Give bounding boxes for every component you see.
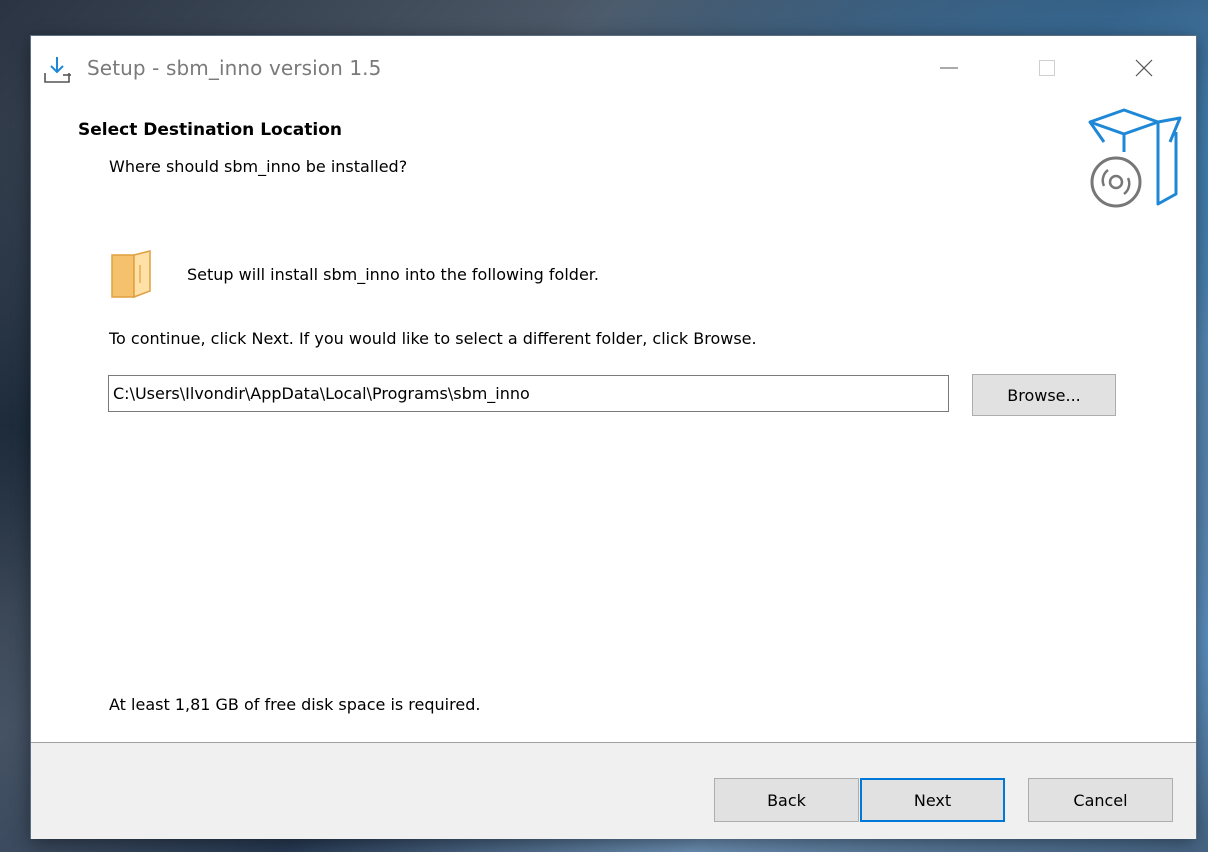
- page-title: Select Destination Location: [78, 120, 342, 140]
- install-info-text: Setup will install sbm_inno into the fol…: [187, 265, 599, 284]
- title-bar[interactable]: Setup - sbm_inno version 1.5: [31, 36, 1196, 100]
- button-bar: Back Next Cancel: [31, 742, 1196, 839]
- destination-path-input[interactable]: [108, 375, 949, 412]
- minimize-button[interactable]: [916, 36, 982, 100]
- software-box-disc-icon: [1084, 102, 1188, 210]
- close-icon: [1135, 59, 1153, 77]
- folder-icon: [110, 249, 156, 299]
- next-button[interactable]: Next: [860, 778, 1005, 822]
- maximize-icon: [1039, 60, 1055, 76]
- setup-download-icon: [43, 55, 73, 85]
- window-title: Setup - sbm_inno version 1.5: [87, 56, 382, 80]
- browse-button[interactable]: Browse...: [972, 374, 1116, 416]
- minimize-icon: [940, 67, 958, 69]
- instruction-text: To continue, click Next. If you would li…: [109, 329, 757, 348]
- cancel-button[interactable]: Cancel: [1028, 778, 1173, 822]
- back-button[interactable]: Back: [714, 778, 859, 822]
- disk-space-text: At least 1,81 GB of free disk space is r…: [109, 695, 481, 714]
- close-button[interactable]: [1111, 36, 1177, 100]
- maximize-button: [1014, 36, 1080, 100]
- setup-window: Setup - sbm_inno version 1.5 Select Dest…: [31, 36, 1196, 839]
- page-subtitle: Where should sbm_inno be installed?: [109, 157, 408, 176]
